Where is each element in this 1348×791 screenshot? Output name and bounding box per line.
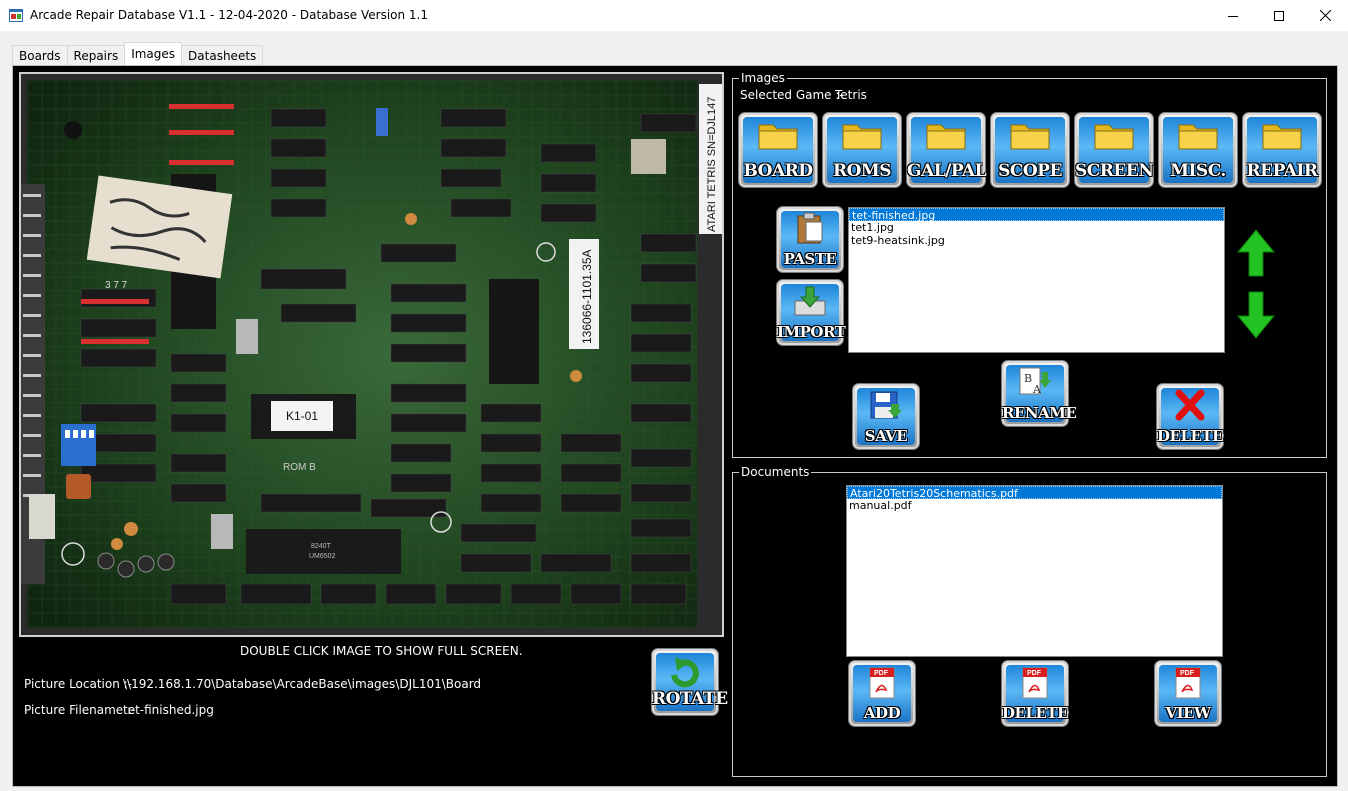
import-button-label: IMPORT	[777, 323, 846, 341]
delete-x-icon	[1175, 389, 1205, 421]
tab-images[interactable]: Images	[124, 42, 183, 65]
save-button-label: SAVE	[864, 427, 908, 445]
sticker-number: 3 7 7	[105, 280, 128, 291]
app-icon	[9, 9, 23, 22]
save-button[interactable]: SAVE	[852, 383, 920, 450]
chip-label: K1-01	[286, 409, 318, 423]
board-button[interactable]: BOARD	[738, 112, 818, 188]
tab-boards[interactable]: Boards	[12, 45, 68, 65]
repair-button[interactable]: REPAIR	[1242, 112, 1322, 188]
close-button[interactable]	[1302, 0, 1348, 31]
maximize-button[interactable]	[1256, 0, 1302, 31]
folder-icon	[758, 124, 798, 150]
tab-strip: Boards Repairs Images Datasheets	[12, 42, 264, 65]
images-group-title: Images	[739, 71, 787, 85]
roms-button-label: ROMS	[832, 161, 892, 181]
move-down-arrow-icon[interactable]	[1236, 290, 1276, 340]
preview-hint: DOUBLE CLICK IMAGE TO SHOW FULL SCREEN.	[240, 644, 523, 658]
folder-icon	[926, 124, 966, 150]
pdf-icon: PDF	[869, 667, 895, 699]
folder-icon	[1010, 124, 1050, 150]
title-bar: Arcade Repair Database V1.1 - 12-04-2020…	[0, 0, 1348, 31]
gal-pal-button[interactable]: GAL/PAL	[906, 112, 987, 188]
paste-button-label: PASTE	[783, 250, 837, 268]
cpu-bottom-label: UM6502	[309, 553, 336, 560]
board-button-label: BOARD	[743, 161, 813, 181]
misc-button-label: MISC.	[1170, 161, 1226, 181]
document-file-list[interactable]: Atari20Tetris20Schematics.pdf manual.pdf	[846, 485, 1223, 657]
selected-game-value: Tetris	[835, 88, 867, 102]
documents-group-title: Documents	[739, 465, 812, 479]
floppy-disk-icon	[870, 391, 902, 419]
delete-document-button-label: DELETE	[1002, 704, 1069, 722]
maximize-icon	[1274, 10, 1284, 21]
move-up-arrow-icon[interactable]	[1236, 228, 1276, 278]
repair-button-label: REPAIR	[1246, 161, 1318, 181]
folder-icon	[1178, 124, 1218, 150]
cpu-top-label: 8240T	[311, 543, 332, 550]
rom-label: ROM B	[283, 462, 316, 473]
rotate-icon	[671, 657, 699, 688]
serial-label: ATARI TETRIS SN=DJL147	[706, 97, 718, 232]
delete-image-button-label: DELETE	[1157, 427, 1224, 445]
list-item[interactable]: tet9-heatsink.jpg	[849, 234, 1224, 247]
list-item[interactable]: Atari20Tetris20Schematics.pdf	[847, 486, 1222, 500]
part-number-label: 136066-1101.35A	[580, 249, 594, 344]
picture-location-value: \\192.168.1.70\Database\ArcadeBase\image…	[123, 677, 482, 691]
add-document-button[interactable]: PDF ADD	[848, 660, 916, 727]
view-document-button[interactable]: PDF VIEW	[1154, 660, 1222, 727]
image-file-list[interactable]: tet-finished.jpg tet1.jpg tet9-heatsink.…	[848, 207, 1225, 353]
picture-filename-value: tet-finished.jpg	[123, 703, 214, 717]
rename-icon: BA	[1019, 367, 1051, 396]
svg-text:PDF: PDF	[1027, 670, 1042, 677]
window-title: Arcade Repair Database V1.1 - 12-04-2020…	[30, 8, 428, 22]
delete-image-button[interactable]: DELETE	[1156, 383, 1224, 450]
screen-button[interactable]: SCREEN	[1074, 112, 1154, 188]
picture-location-label: Picture Location :-	[24, 677, 133, 691]
misc-button[interactable]: MISC.	[1158, 112, 1238, 188]
scope-button-label: SCOPE	[998, 161, 1062, 181]
selected-game-label: Selected Game :-	[740, 88, 844, 102]
import-icon	[794, 286, 826, 316]
rotate-label: ROTATE	[652, 689, 728, 709]
list-item[interactable]: tet-finished.jpg	[849, 208, 1224, 222]
rename-button-label: RENAME	[1002, 404, 1077, 422]
pcb-board-photo: 8240T UM6502 136066-1101.35A ATARI TETRI…	[21, 74, 722, 635]
svg-text:A: A	[1032, 383, 1042, 396]
paste-button[interactable]: PASTE	[776, 206, 844, 273]
clipboard-icon	[797, 212, 823, 244]
image-preview[interactable]: 8240T UM6502 136066-1101.35A ATARI TETRI…	[19, 72, 724, 637]
tab-datasheets[interactable]: Datasheets	[181, 45, 264, 65]
list-item[interactable]: tet1.jpg	[849, 221, 1224, 234]
folder-icon	[842, 124, 882, 150]
rename-button[interactable]: BA RENAME	[1001, 360, 1077, 427]
svg-text:PDF: PDF	[874, 670, 889, 677]
view-document-button-label: VIEW	[1165, 704, 1211, 722]
list-item[interactable]: manual.pdf	[847, 499, 1222, 512]
add-document-button-label: ADD	[863, 704, 901, 722]
tab-repairs[interactable]: Repairs	[66, 45, 126, 65]
gal-pal-button-label: GAL/PAL	[907, 161, 987, 181]
close-icon	[1319, 10, 1331, 21]
import-button[interactable]: IMPORT	[776, 279, 846, 346]
roms-button[interactable]: ROMS	[822, 112, 902, 188]
scope-button[interactable]: SCOPE	[990, 112, 1070, 188]
folder-icon	[1262, 124, 1302, 150]
folder-icon	[1094, 124, 1134, 150]
rotate-button[interactable]: ROTATE	[651, 648, 728, 716]
minimize-button[interactable]	[1210, 0, 1256, 31]
delete-document-button[interactable]: PDF DELETE	[1001, 660, 1069, 727]
svg-text:PDF: PDF	[1180, 670, 1195, 677]
minimize-icon	[1228, 15, 1238, 17]
svg-text:B: B	[1024, 372, 1032, 385]
pdf-icon: PDF	[1022, 667, 1048, 699]
pdf-icon: PDF	[1175, 667, 1201, 699]
picture-filename-label: Picture Filename :-	[24, 703, 136, 717]
screen-button-label: SCREEN	[1075, 161, 1154, 181]
